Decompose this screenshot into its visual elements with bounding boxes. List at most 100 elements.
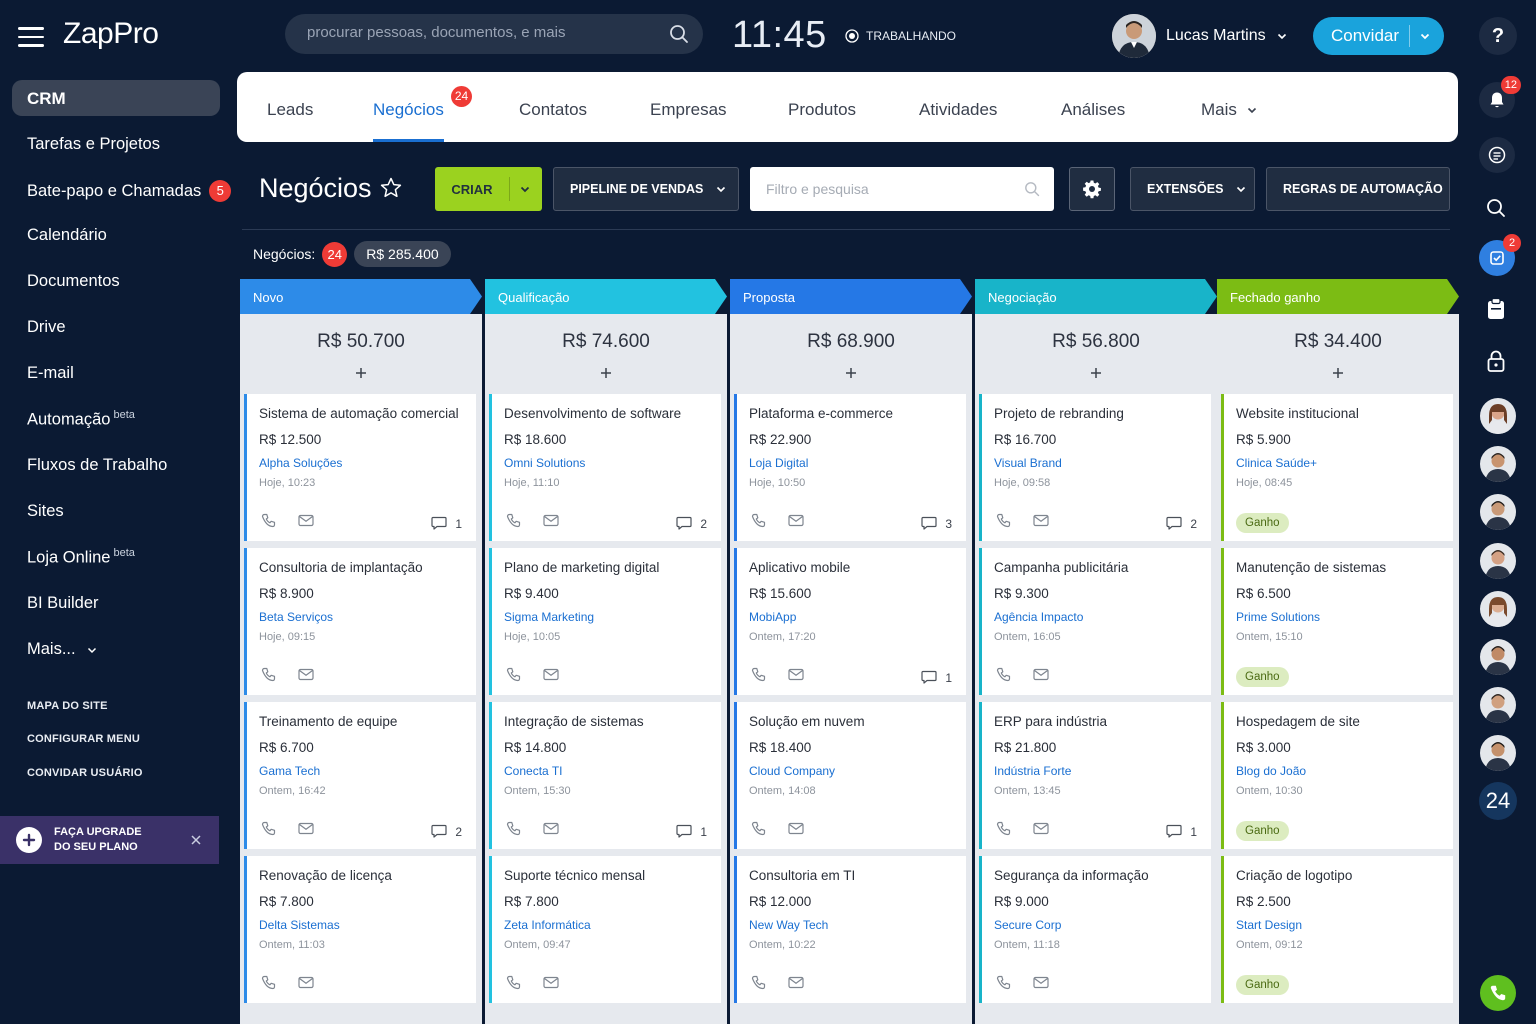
email-icon[interactable]	[298, 976, 314, 989]
deal-title[interactable]: Website institucional	[1236, 405, 1436, 423]
deal-company-link[interactable]: Visual Brand	[994, 456, 1062, 470]
deal-company-link[interactable]: Loja Digital	[749, 456, 808, 470]
deal-company-link[interactable]: Conecta TI	[504, 764, 562, 778]
deal-title[interactable]: Renovação de licença	[259, 867, 459, 885]
deal-company-link[interactable]: New Way Tech	[749, 918, 828, 932]
star-icon[interactable]	[379, 176, 403, 200]
deal-title[interactable]: Consultoria de implantação	[259, 559, 459, 577]
deal-title[interactable]: Suporte técnico mensal	[504, 867, 704, 885]
email-icon[interactable]	[298, 514, 314, 527]
deal-card[interactable]: Website institucional R$ 5.900 Clinica Saú…	[1221, 394, 1453, 541]
deal-company-link[interactable]: Secure Corp	[994, 918, 1061, 932]
email-icon[interactable]	[788, 976, 804, 989]
deal-title[interactable]: Projeto de rebranding	[994, 405, 1194, 423]
online-count[interactable]: 24	[1479, 782, 1517, 820]
user-avatar[interactable]	[1480, 398, 1516, 434]
user-avatar[interactable]	[1480, 543, 1516, 579]
sidebar-item-sites[interactable]: Sites	[27, 502, 64, 521]
global-search[interactable]	[285, 14, 703, 54]
deal-company-link[interactable]: Alpha Soluções	[259, 456, 342, 470]
plus-icon[interactable]	[16, 827, 42, 853]
email-icon[interactable]	[788, 514, 804, 527]
phone-icon[interactable]	[261, 975, 277, 991]
automation-rules-button[interactable]: REGRAS DE AUTOMAÇÃO	[1266, 167, 1450, 211]
deal-company-link[interactable]: Sigma Marketing	[504, 610, 594, 624]
add-deal-plus-icon[interactable]	[1088, 365, 1104, 381]
sidebar-item-calendar[interactable]: Calendário	[27, 226, 107, 245]
tab-companies[interactable]: Empresas	[650, 100, 727, 120]
deal-card[interactable]: Manutenção de sistemas R$ 6.500 Prime Solu…	[1221, 548, 1453, 695]
email-icon[interactable]	[298, 668, 314, 681]
stage-header[interactable]: Proposta	[730, 279, 972, 314]
deal-card[interactable]: Sistema de automação comercial R$ 12.500 A…	[244, 394, 476, 541]
phone-icon[interactable]	[996, 975, 1012, 991]
comments-counter[interactable]: 1	[431, 516, 462, 531]
tab-contacts[interactable]: Contatos	[519, 100, 587, 120]
deal-title[interactable]: Sistema de automação comercial	[259, 405, 459, 423]
search-icon[interactable]	[669, 24, 689, 44]
deal-card[interactable]: Treinamento de equipe R$ 6.700 Gama Tech On…	[244, 702, 476, 849]
email-icon[interactable]	[1033, 976, 1049, 989]
deal-title[interactable]: ERP para indústria	[994, 713, 1194, 731]
chevron-down-icon[interactable]	[510, 183, 531, 195]
sidebar-item-workflows[interactable]: Fluxos de Trabalho	[27, 456, 167, 475]
create-button[interactable]: CRIAR	[435, 167, 542, 211]
deal-company-link[interactable]: Prime Solutions	[1236, 610, 1320, 624]
phone-icon[interactable]	[506, 513, 522, 529]
email-icon[interactable]	[1033, 822, 1049, 835]
sidebar-item-online-store[interactable]: Loja Online beta	[27, 547, 135, 568]
deal-card[interactable]: Solução em nuvem R$ 18.400 Cloud Company On…	[734, 702, 966, 849]
email-icon[interactable]	[788, 822, 804, 835]
phone-icon[interactable]	[506, 821, 522, 837]
call-button[interactable]	[1480, 975, 1516, 1011]
filter-input[interactable]	[766, 181, 1016, 197]
deal-card[interactable]: Campanha publicitária R$ 9.300 Agência Imp…	[979, 548, 1211, 695]
tab-more[interactable]: Mais	[1201, 100, 1258, 120]
email-icon[interactable]	[1033, 514, 1049, 527]
upgrade-link[interactable]: FAÇA UPGRADE DO SEU PLANO	[54, 825, 166, 855]
tab-products[interactable]: Produtos	[788, 100, 856, 120]
deal-card[interactable]: ERP para indústria R$ 21.800 Indústria For…	[979, 702, 1211, 849]
user-avatar[interactable]	[1480, 687, 1516, 723]
search-icon[interactable]	[1485, 197, 1507, 219]
user-menu[interactable]: Lucas Martins	[1112, 14, 1288, 58]
sidebar-item-documents[interactable]: Documentos	[27, 272, 120, 291]
tab-leads[interactable]: Leads	[267, 100, 313, 120]
add-deal-plus-icon[interactable]	[1330, 365, 1346, 381]
deal-company-link[interactable]: Blog do João	[1236, 764, 1306, 778]
deal-company-link[interactable]: Gama Tech	[259, 764, 320, 778]
lock-icon[interactable]	[1485, 349, 1507, 373]
phone-icon[interactable]	[506, 975, 522, 991]
phone-icon[interactable]	[751, 821, 767, 837]
deal-card[interactable]: Consultoria de implantação R$ 8.900 Beta S…	[244, 548, 476, 695]
email-icon[interactable]	[543, 822, 559, 835]
close-icon[interactable]	[190, 834, 202, 846]
sidebar-item-crm[interactable]: CRM	[12, 80, 220, 116]
sidebar-item-chat[interactable]: Bate-papo e Chamadas 5	[27, 180, 232, 202]
invite-user-link[interactable]: CONVIDAR USUÁRIO	[27, 767, 143, 779]
filter-search[interactable]	[750, 167, 1054, 211]
invite-button[interactable]: Convidar	[1313, 17, 1444, 55]
search-input[interactable]	[307, 24, 647, 41]
deal-card[interactable]: Segurança da informação R$ 9.000 Secure Co…	[979, 856, 1211, 1003]
user-avatar[interactable]	[1480, 591, 1516, 627]
deal-title[interactable]: Consultoria em TI	[749, 867, 949, 885]
deal-company-link[interactable]: Omni Solutions	[504, 456, 585, 470]
phone-icon[interactable]	[996, 821, 1012, 837]
deal-card[interactable]: Plataforma e-commerce R$ 22.900 Loja Digit…	[734, 394, 966, 541]
user-avatar[interactable]	[1480, 735, 1516, 771]
notifications-button[interactable]: 12	[1479, 76, 1521, 118]
user-avatar[interactable]	[1480, 494, 1516, 530]
deal-card[interactable]: Projeto de rebranding R$ 16.700 Visual Bra…	[979, 394, 1211, 541]
phone-icon[interactable]	[751, 975, 767, 991]
deal-title[interactable]: Desenvolvimento de software	[504, 405, 704, 423]
comments-counter[interactable]: 2	[1166, 516, 1197, 531]
deal-card[interactable]: Hospedagem de site R$ 3.000 Blog do João On…	[1221, 702, 1453, 849]
tab-analytics[interactable]: Análises	[1061, 100, 1125, 120]
deal-card[interactable]: Renovação de licença R$ 7.800 Delta Sistem…	[244, 856, 476, 1003]
email-icon[interactable]	[788, 668, 804, 681]
deal-company-link[interactable]: Delta Sistemas	[259, 918, 340, 932]
phone-icon[interactable]	[751, 513, 767, 529]
sitemap-link[interactable]: MAPA DO SITE	[27, 700, 108, 712]
deal-company-link[interactable]: Start Design	[1236, 918, 1302, 932]
